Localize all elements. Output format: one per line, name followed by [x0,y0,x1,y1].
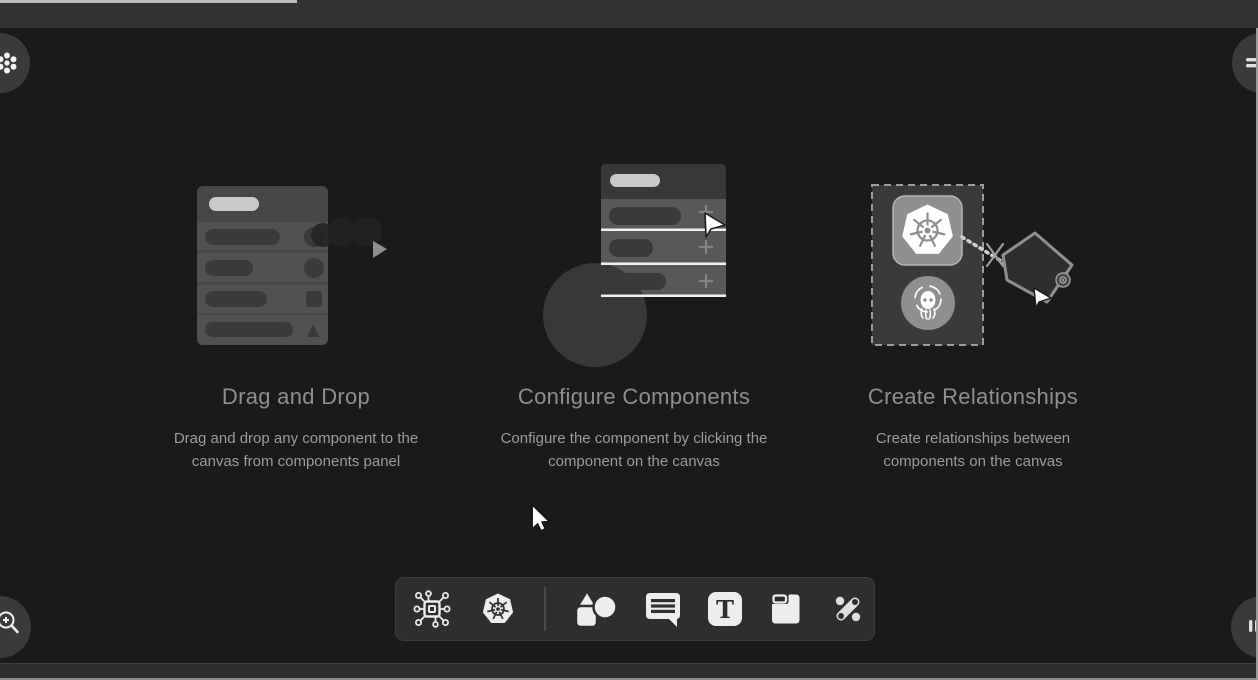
shapes-tool-button[interactable] [572,589,618,629]
kubernetes-icon [478,589,518,629]
card-configure-components: Configure Components Configure the compo… [464,384,804,473]
toolbar-divider [544,587,546,631]
card-drag-and-drop: Drag and Drop Drag and drop any componen… [126,384,466,473]
config-panel-mockup [543,164,726,367]
progress-line [0,0,297,3]
drag-and-drop-illustration [197,185,390,347]
shapes-icon [572,589,618,629]
card-description: Create relationships between components … [861,428,1086,473]
card-title: Drag and Drop [126,384,466,410]
note-tool-button[interactable] [768,591,804,627]
panel-title-pill [209,197,259,211]
drag-cursor-icon [373,241,387,258]
text-tool-icon: T [708,592,742,626]
create-relationships-illustration [860,180,1090,350]
component-mesh-icon [412,589,452,629]
kubernetes-node [893,196,962,265]
flower-icon [0,50,20,76]
canvas-toolbar: T [395,577,875,641]
components-panel-mockup [197,186,328,345]
card-title: Create Relationships [803,384,1143,410]
text-tool-button[interactable]: T [708,592,742,626]
comment-icon [644,591,682,627]
mesh-mascot-node [901,276,955,330]
link-edge-tool-button[interactable] [830,591,866,627]
component-mesh-tool-button[interactable] [412,589,452,629]
card-title: Configure Components [464,384,804,410]
kubernetes-tool-button[interactable] [478,589,518,629]
comment-tool-button[interactable] [644,591,682,627]
x-mark [987,244,1003,266]
note-icon [768,591,804,627]
panel-title-pill [610,174,660,187]
configure-components-illustration [543,160,760,372]
card-create-relationships: Create Relationships Create relationship… [803,384,1143,473]
top-bar [0,0,1258,28]
zoom-in-icon [0,609,21,637]
link-edge-icon [830,591,866,627]
mouse-cursor-icon [531,504,551,532]
card-description: Configure the component by clicking the … [479,428,789,473]
gear-badge-icon [1056,273,1070,287]
text-tool-glyph: T [716,595,734,624]
card-description: Drag and drop any component to the canva… [156,428,436,473]
